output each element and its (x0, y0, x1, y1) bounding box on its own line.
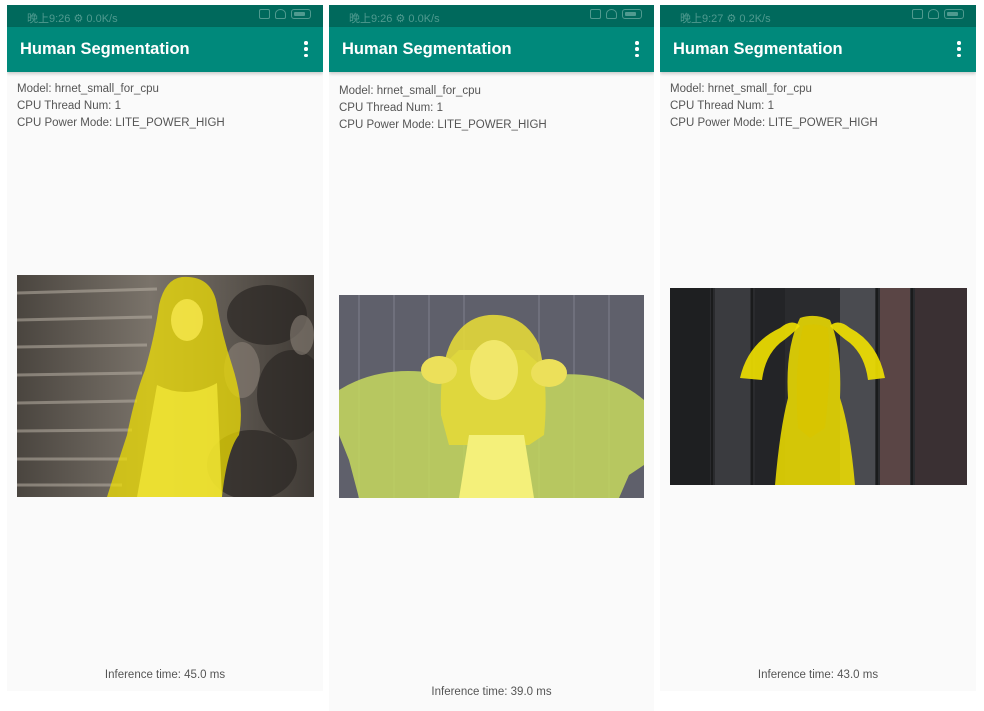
model-info: Model: hrnet_small_for_cpu CPU Thread Nu… (17, 81, 225, 131)
cpu-power-mode: CPU Power Mode: LITE_POWER_HIGH (339, 118, 547, 131)
settings-icon: ⚙ (726, 13, 737, 25)
cpu-thread-num: CPU Thread Num: 1 (339, 101, 443, 114)
alarm-icon (912, 9, 923, 19)
status-time: 晚上9:27 (680, 13, 724, 25)
model-name: Model: hrnet_small_for_cpu (339, 85, 481, 97)
app-bar: Human Segmentation (329, 27, 654, 72)
network-speed: 0.2K/s (739, 13, 771, 25)
phone-screen-2: 晚上9:26 ⚙ 0.0K/s Human Segmentation Model… (329, 5, 654, 711)
model-info: Model: hrnet_small_for_cpu CPU Thread Nu… (670, 81, 878, 131)
settings-icon: ⚙ (73, 13, 84, 25)
network-speed: 0.0K/s (408, 13, 440, 25)
alarm-icon (590, 9, 601, 19)
more-vert-icon[interactable] (630, 39, 644, 59)
segmentation-result-image (670, 288, 967, 485)
battery-icon (944, 9, 964, 19)
cpu-thread-num: CPU Thread Num: 1 (17, 99, 121, 112)
app-bar: Human Segmentation (7, 27, 323, 72)
wifi-icon (606, 9, 617, 19)
app-title: Human Segmentation (673, 40, 843, 58)
settings-icon: ⚙ (395, 13, 406, 25)
network-speed: 0.0K/s (86, 13, 118, 25)
cpu-thread-num: CPU Thread Num: 1 (670, 99, 774, 112)
cpu-power-mode: CPU Power Mode: LITE_POWER_HIGH (670, 116, 878, 129)
more-vert-icon[interactable] (299, 39, 313, 59)
app-title: Human Segmentation (342, 40, 512, 58)
cpu-power-mode: CPU Power Mode: LITE_POWER_HIGH (17, 116, 225, 129)
inference-time: Inference time: 45.0 ms (104, 669, 226, 681)
status-bar: 晚上9:26 ⚙ 0.0K/s (7, 5, 323, 27)
phone-screen-1: 晚上9:26 ⚙ 0.0K/s Human Segmentation Model… (7, 5, 323, 691)
model-name: Model: hrnet_small_for_cpu (670, 83, 812, 95)
wifi-icon (928, 9, 939, 19)
wifi-icon (275, 9, 286, 19)
battery-icon (291, 9, 311, 19)
more-vert-icon[interactable] (952, 39, 966, 59)
status-bar: 晚上9:27 ⚙ 0.2K/s (660, 5, 976, 27)
model-info: Model: hrnet_small_for_cpu CPU Thread Nu… (339, 83, 547, 133)
app-title: Human Segmentation (20, 40, 190, 58)
phone-screen-3: 晚上9:27 ⚙ 0.2K/s Human Segmentation Model… (660, 5, 976, 691)
app-bar: Human Segmentation (660, 27, 976, 72)
battery-icon (622, 9, 642, 19)
inference-time: Inference time: 43.0 ms (757, 669, 879, 681)
segmentation-result-image (339, 295, 644, 498)
status-time: 晚上9:26 (349, 13, 393, 25)
status-time: 晚上9:26 (27, 13, 71, 25)
status-bar: 晚上9:26 ⚙ 0.0K/s (329, 5, 654, 27)
model-name: Model: hrnet_small_for_cpu (17, 83, 159, 95)
alarm-icon (259, 9, 270, 19)
inference-time: Inference time: 39.0 ms (431, 686, 552, 698)
segmentation-result-image (17, 275, 314, 497)
